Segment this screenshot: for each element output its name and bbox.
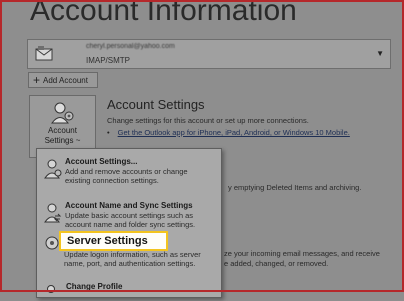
rules-text-2: e added, changed, or removed. [224,259,329,268]
account-settings-button-label: Account [48,126,77,135]
cleanup-text: y emptying Deleted Items and archiving. [228,183,362,192]
section-description: Change settings for this account or set … [107,116,309,125]
account-selector[interactable]: cheryl.personal@yahoo.com IMAP/SMTP ▼ [27,39,391,69]
server-settings-label: Server Settings [67,235,148,247]
change-profile-label[interactable]: Change Profile [66,282,122,291]
menu-item-description: Add and remove accounts or change existi… [65,167,188,185]
profile-icon [43,283,59,301]
server-settings-description: Update logon information, such as server… [64,250,201,268]
outlook-app-link-row: • Get the Outlook app for iPhone, iPad, A… [107,128,350,137]
bullet-icon: • [107,128,110,137]
menu-item-change-profile-icon-area[interactable] [37,283,221,297]
chevron-down-icon: ▼ [376,49,384,58]
account-settings-button-label-2: Settings ~ [44,136,81,145]
outlook-app-link[interactable]: Get the Outlook app for iPhone, iPad, An… [118,128,350,137]
menu-item-server-settings[interactable]: Server Settings [59,231,168,251]
menu-item-description: Update basic account settings such as ac… [65,211,196,229]
menu-item-title: Account Settings... [65,157,138,166]
add-account-button[interactable]: + Add Account [28,72,98,88]
account-email: cheryl.personal@yahoo.com [86,43,175,50]
add-account-label: Add Account [43,75,88,85]
section-title: Account Settings [107,97,205,112]
account-settings-dropdown-menu: Account Settings... Add and remove accou… [36,148,222,298]
person-sync-icon [43,202,63,229]
account-settings-icon [50,100,76,129]
rules-text: ze your incoming email messages, and rec… [224,249,380,258]
page-title: Account Information [30,0,297,27]
people-gear-icon [43,158,63,185]
mail-account-icon [35,45,55,68]
account-type: IMAP/SMTP [86,56,131,65]
menu-item-account-settings[interactable]: Account Settings... Add and remove accou… [37,157,221,191]
menu-item-account-name-sync[interactable]: Account Name and Sync Settings Update ba… [37,201,221,235]
menu-item-title: Account Name and Sync Settings [65,201,193,210]
plus-icon: + [33,73,41,87]
